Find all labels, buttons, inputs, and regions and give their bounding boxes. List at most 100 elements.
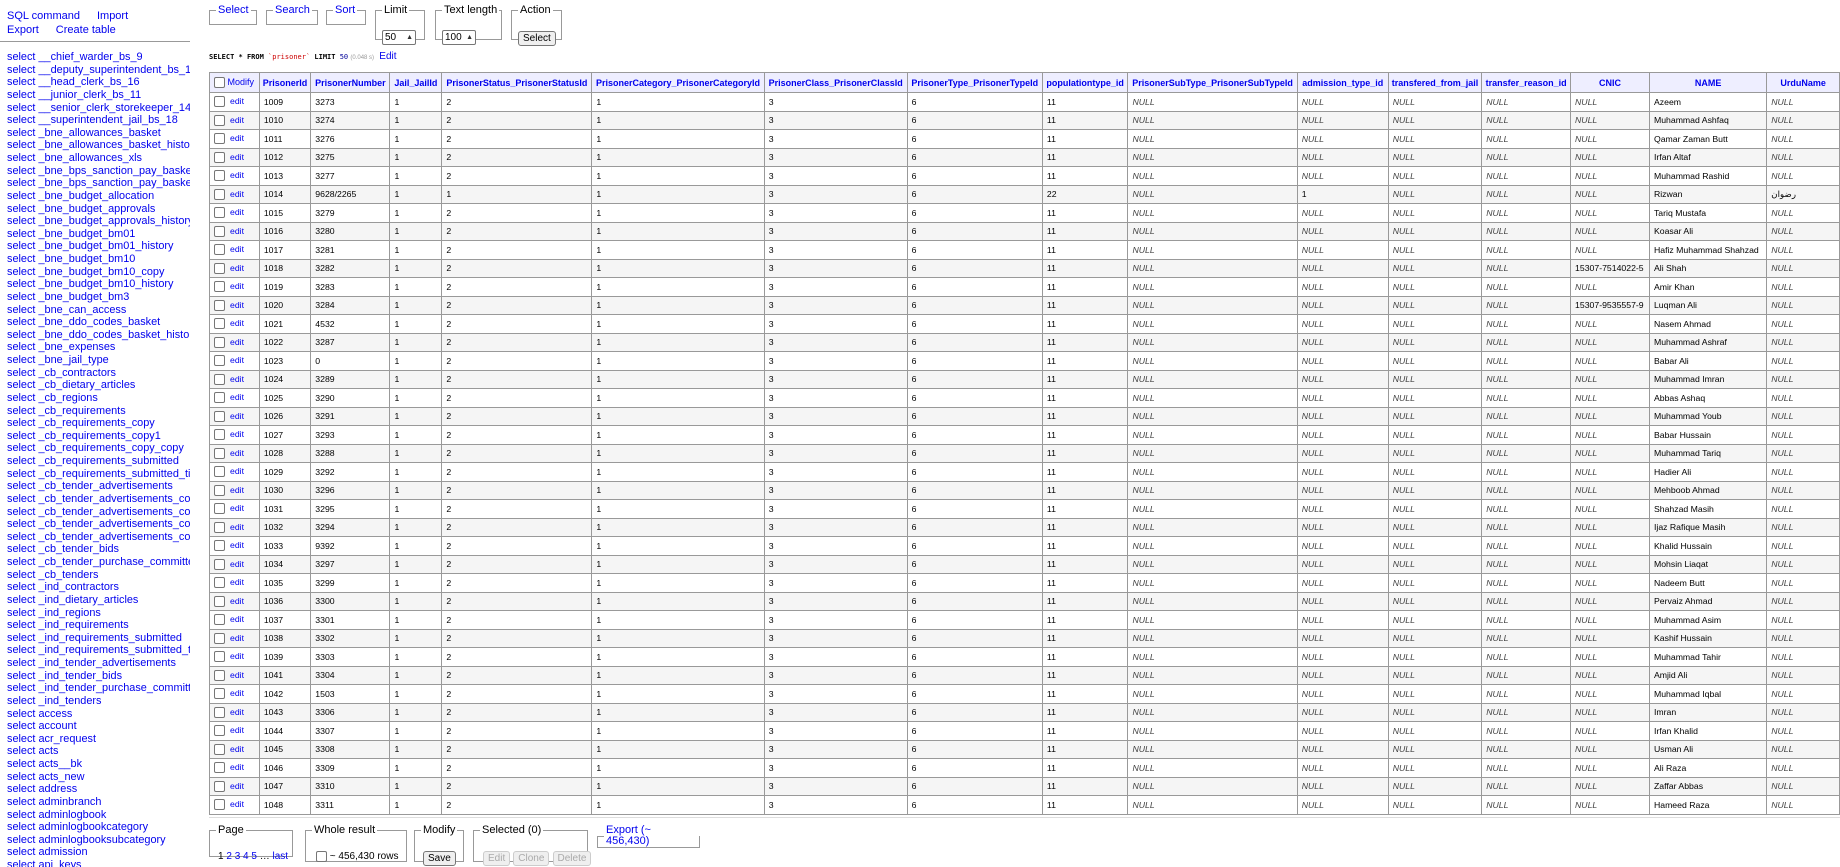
sidebar-table-link[interactable]: select acr_request xyxy=(7,733,190,746)
sidebar-table-link[interactable]: select acts__bk xyxy=(7,758,190,771)
sidebar-table-link[interactable]: select _bne_ddo_codes_basket_history xyxy=(7,329,190,342)
row-edit-link[interactable]: edit xyxy=(230,429,244,439)
select-toggle[interactable]: Select xyxy=(218,4,249,16)
column-header[interactable]: PrisonerCategory_PrisonerCategoryId xyxy=(591,72,765,93)
column-header[interactable]: populationtype_id xyxy=(1041,72,1129,93)
sidebar-table-link[interactable]: select __junior_clerk_bs_11 xyxy=(7,89,190,102)
row-edit-link[interactable]: edit xyxy=(230,318,244,328)
sidebar-table-link[interactable]: select adminlogbook xyxy=(7,809,190,822)
export-toggle[interactable]: Export (~ 456,430) xyxy=(606,824,651,847)
row-checkbox[interactable] xyxy=(214,503,225,515)
sidebar-table-link[interactable]: select adminbranch xyxy=(7,796,190,809)
row-edit-link[interactable]: edit xyxy=(230,133,244,143)
sidebar-table-link[interactable]: select _bne_budget_bm01_history xyxy=(7,240,190,253)
sidebar-table-link[interactable]: select adminlogbooksubcategory xyxy=(7,834,190,847)
row-checkbox[interactable] xyxy=(214,614,225,626)
page-link-3[interactable]: 3 xyxy=(235,851,241,862)
sidebar-table-link[interactable]: select acts xyxy=(7,745,190,758)
row-checkbox[interactable] xyxy=(214,743,225,755)
row-checkbox[interactable] xyxy=(214,96,225,108)
row-edit-link[interactable]: edit xyxy=(230,466,244,476)
sidebar-table-link[interactable]: select _bne_allowances_basket_history xyxy=(7,139,190,152)
column-header[interactable]: CNIC xyxy=(1570,72,1650,93)
column-header[interactable]: PrisonerId xyxy=(258,72,312,93)
sidebar-table-link[interactable]: select admission xyxy=(7,846,190,859)
row-edit-link[interactable]: edit xyxy=(230,799,244,809)
row-checkbox[interactable] xyxy=(214,355,225,367)
whole-result-checkbox[interactable] xyxy=(316,851,327,862)
sidebar-table-link[interactable]: select _cb_requirements_submitted xyxy=(7,455,190,468)
sidebar-table-link[interactable]: select _cb_requirements_copy_copy xyxy=(7,442,190,455)
row-edit-link[interactable]: edit xyxy=(230,522,244,532)
sidebar-table-link[interactable]: select _ind_contractors xyxy=(7,581,190,594)
column-header[interactable]: PrisonerSubType_PrisonerSubTypeId xyxy=(1127,72,1298,93)
sidebar-table-link[interactable]: select __superintendent_jail_bs_18 xyxy=(7,114,190,127)
row-checkbox[interactable] xyxy=(214,373,225,385)
sidebar-table-link[interactable]: select _cb_tender_advertisements_copy_ xyxy=(7,531,190,544)
row-checkbox[interactable] xyxy=(214,281,225,293)
row-edit-link[interactable]: edit xyxy=(230,485,244,495)
sidebar-table-link[interactable]: select _cb_tender_advertisements_copy xyxy=(7,518,190,531)
sidebar-table-link[interactable]: select _ind_dietary_articles xyxy=(7,594,190,607)
sidebar-table-link[interactable]: select _bne_bps_sanction_pay_basket_l xyxy=(7,177,190,190)
row-checkbox[interactable] xyxy=(214,392,225,404)
row-checkbox[interactable] xyxy=(214,133,225,145)
sidebar-table-link[interactable]: select _bne_budget_bm01 xyxy=(7,228,190,241)
row-checkbox[interactable] xyxy=(214,780,225,792)
row-checkbox[interactable] xyxy=(214,762,225,774)
sidebar-table-link[interactable]: select _cb_requirements_copy xyxy=(7,417,190,430)
row-edit-link[interactable]: edit xyxy=(230,244,244,254)
select-action-button[interactable]: Select xyxy=(518,31,556,46)
row-checkbox[interactable] xyxy=(214,706,225,718)
row-checkbox[interactable] xyxy=(214,632,225,644)
sidebar-table-link[interactable]: select _cb_requirements_submitted_time xyxy=(7,468,190,481)
row-edit-link[interactable]: edit xyxy=(230,503,244,513)
row-checkbox[interactable] xyxy=(214,188,225,200)
row-edit-link[interactable]: edit xyxy=(230,725,244,735)
row-edit-link[interactable]: edit xyxy=(230,300,244,310)
edit-query-link[interactable]: Edit xyxy=(379,51,396,62)
sidebar-table-link[interactable]: select _ind_tenders xyxy=(7,695,190,708)
sidebar-table-link[interactable]: select _cb_tenders xyxy=(7,569,190,582)
row-checkbox[interactable] xyxy=(214,114,225,126)
row-edit-link[interactable]: edit xyxy=(230,96,244,106)
row-edit-link[interactable]: edit xyxy=(230,781,244,791)
sidebar-table-link[interactable]: select adminlogbookcategory xyxy=(7,821,190,834)
row-edit-link[interactable]: edit xyxy=(230,263,244,273)
limit-input[interactable]: 50 ▲ xyxy=(382,30,416,45)
column-header[interactable]: PrisonerType_PrisonerTypeId xyxy=(906,72,1043,93)
sidebar-table-link[interactable]: select __senior_clerk_storekeeper_14 xyxy=(7,102,190,115)
sidebar-table-link[interactable]: select __head_clerk_bs_16 xyxy=(7,76,190,89)
column-header[interactable]: PrisonerNumber xyxy=(310,72,391,93)
row-edit-link[interactable]: edit xyxy=(230,115,244,125)
sidebar-table-link[interactable]: select _ind_requirements_submitted xyxy=(7,632,190,645)
row-checkbox[interactable] xyxy=(214,725,225,737)
sidebar-table-link[interactable]: select _ind_tender_advertisements xyxy=(7,657,190,670)
column-header[interactable]: UrduName xyxy=(1766,72,1840,93)
row-edit-link[interactable]: edit xyxy=(230,633,244,643)
row-edit-link[interactable]: edit xyxy=(230,596,244,606)
row-checkbox[interactable] xyxy=(214,466,225,478)
row-edit-link[interactable]: edit xyxy=(230,707,244,717)
row-checkbox[interactable] xyxy=(214,336,225,348)
row-edit-link[interactable]: edit xyxy=(230,152,244,162)
delete-selected-button[interactable]: Delete xyxy=(552,851,592,866)
row-checkbox[interactable] xyxy=(214,262,225,274)
row-edit-link[interactable]: edit xyxy=(230,744,244,754)
row-checkbox[interactable] xyxy=(214,521,225,533)
sidebar-table-link[interactable]: select _cb_tender_advertisements xyxy=(7,480,190,493)
sidebar-table-link[interactable]: select _bne_allowances_xls xyxy=(7,152,190,165)
row-edit-link[interactable]: edit xyxy=(230,762,244,772)
sidebar-table-link[interactable]: select __deputy_superintendent_bs_17 xyxy=(7,64,190,77)
sidebar-table-link[interactable]: select _cb_dietary_articles xyxy=(7,379,190,392)
row-checkbox[interactable] xyxy=(214,410,225,422)
sidebar-table-link[interactable]: select _cb_regions xyxy=(7,392,190,405)
sidebar-table-link[interactable]: select _bne_budget_bm10_history xyxy=(7,278,190,291)
sidebar-table-link[interactable]: select _bne_ddo_codes_basket xyxy=(7,316,190,329)
row-edit-link[interactable]: edit xyxy=(230,355,244,365)
row-edit-link[interactable]: edit xyxy=(230,392,244,402)
row-edit-link[interactable]: edit xyxy=(230,688,244,698)
save-button[interactable]: Save xyxy=(423,851,456,866)
sort-toggle[interactable]: Sort xyxy=(335,4,355,16)
edit-selected-button[interactable]: Edit xyxy=(483,851,511,866)
